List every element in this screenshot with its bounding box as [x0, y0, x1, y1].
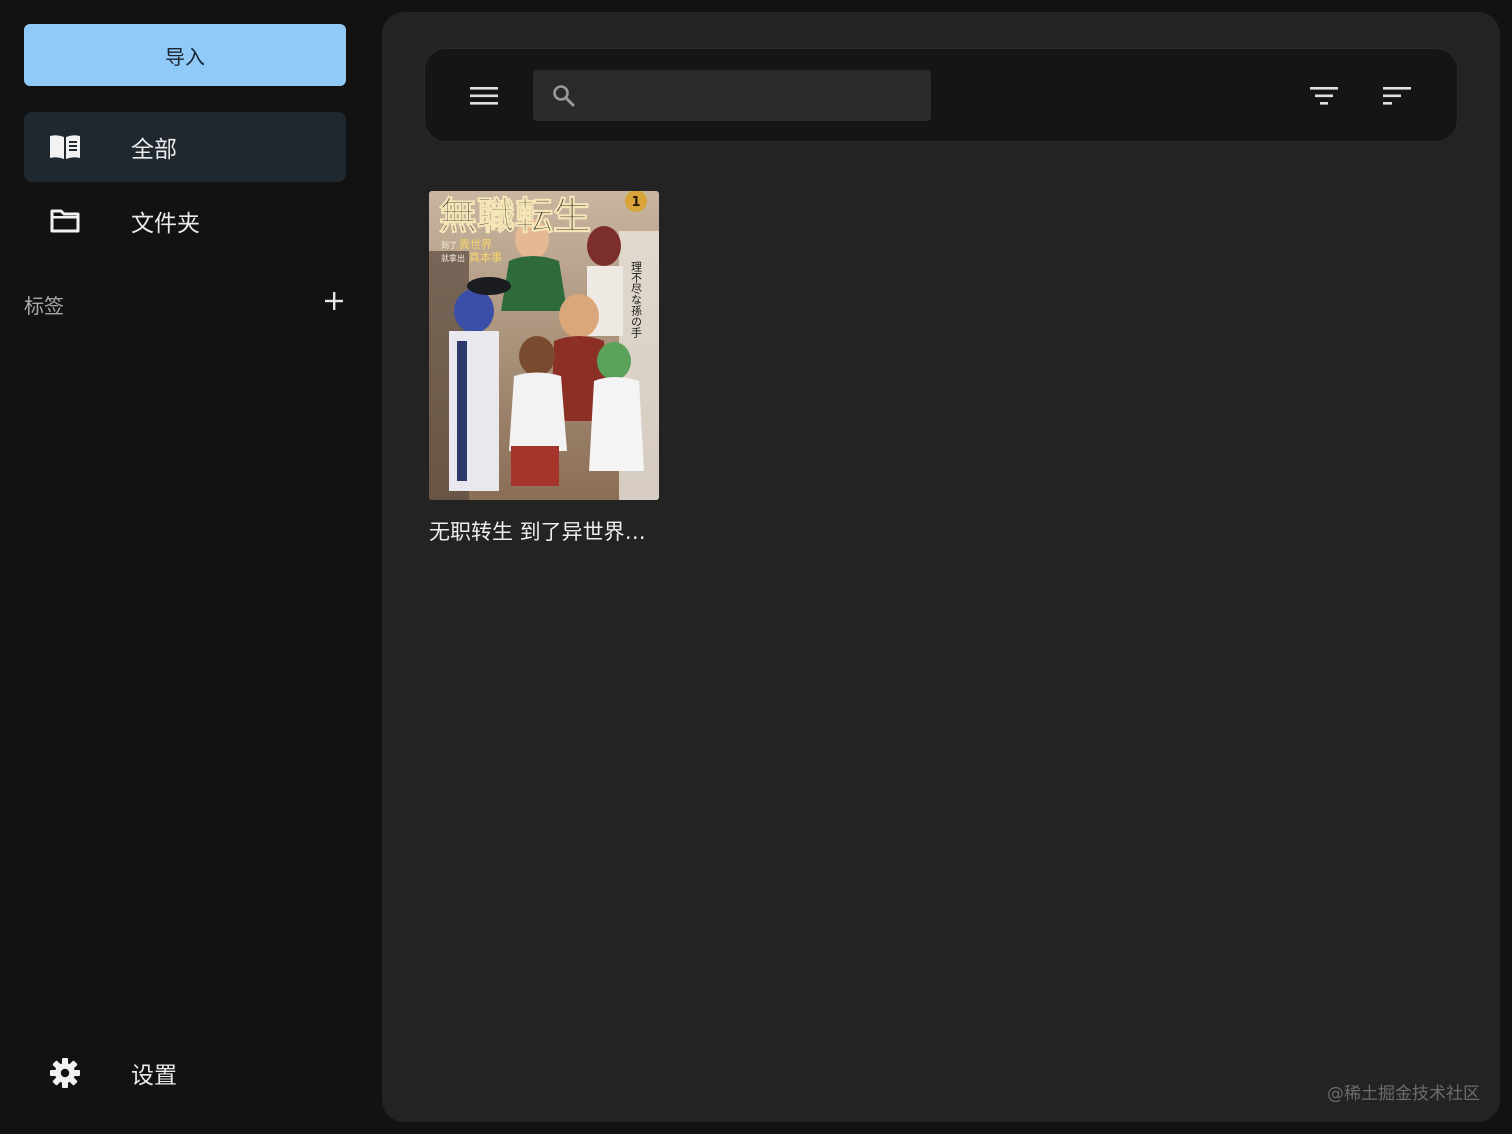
- book-cover-image[interactable]: 無職転生 1 到了 異世界 就拿出 真本事 理不尽な孫の手: [429, 191, 659, 500]
- nav-item-all[interactable]: 全部: [24, 112, 346, 182]
- filter-icon[interactable]: [1309, 81, 1339, 111]
- nav-item-settings[interactable]: 设置: [24, 1038, 346, 1108]
- import-button-label: 导入: [165, 44, 205, 69]
- cover-subtitle-2b: 真本事: [469, 250, 502, 264]
- folder-icon: [48, 206, 82, 236]
- book-title: 无职转生 到了异世界就拿出真本事: [429, 520, 659, 544]
- search-icon: [551, 83, 577, 109]
- tags-title: 标签: [24, 294, 64, 318]
- nav-item-settings-label: 设置: [131, 1063, 177, 1089]
- cover-author-text: 理不尽な孫の手: [630, 261, 643, 339]
- book-open-icon: [48, 132, 82, 162]
- book-card[interactable]: 無職転生 1 到了 異世界 就拿出 真本事 理不尽な孫の手 无职转生 到了异世界…: [429, 191, 659, 546]
- sidebar: 导入 全部 文件夹 标签 设置: [0, 0, 370, 1134]
- app-root: 导入 全部 文件夹 标签 设置 無職転生 1 到了 異世界 就拿出 真本事 理不…: [0, 0, 1512, 1134]
- library-panel: 無職転生 1 到了 異世界 就拿出 真本事 理不尽な孫の手 无职转生 到了异世界…: [382, 12, 1500, 1122]
- toolbar: [424, 48, 1458, 142]
- menu-icon[interactable]: [469, 81, 499, 111]
- import-button[interactable]: 导入: [24, 24, 346, 86]
- cover-subtitle-1a: 到了: [441, 241, 457, 250]
- nav-item-folders-label: 文件夹: [131, 211, 200, 237]
- nav-item-folders[interactable]: 文件夹: [24, 186, 346, 256]
- nav-item-all-label: 全部: [131, 137, 177, 163]
- search-input[interactable]: [589, 78, 913, 114]
- add-tag-icon[interactable]: [322, 289, 346, 313]
- tags-section-header: 标签: [24, 282, 346, 322]
- search-box[interactable]: [533, 70, 931, 121]
- cover-subtitle-1b: 異世界: [459, 238, 492, 251]
- gear-icon: [48, 1058, 82, 1088]
- cover-title-text: 無職転生: [439, 193, 591, 238]
- sort-icon[interactable]: [1382, 81, 1412, 111]
- watermark: @稀土掘金技术社区: [1327, 1084, 1480, 1104]
- cover-subtitle-2a: 就拿出: [441, 253, 465, 263]
- cover-volume-number: 1: [631, 195, 640, 210]
